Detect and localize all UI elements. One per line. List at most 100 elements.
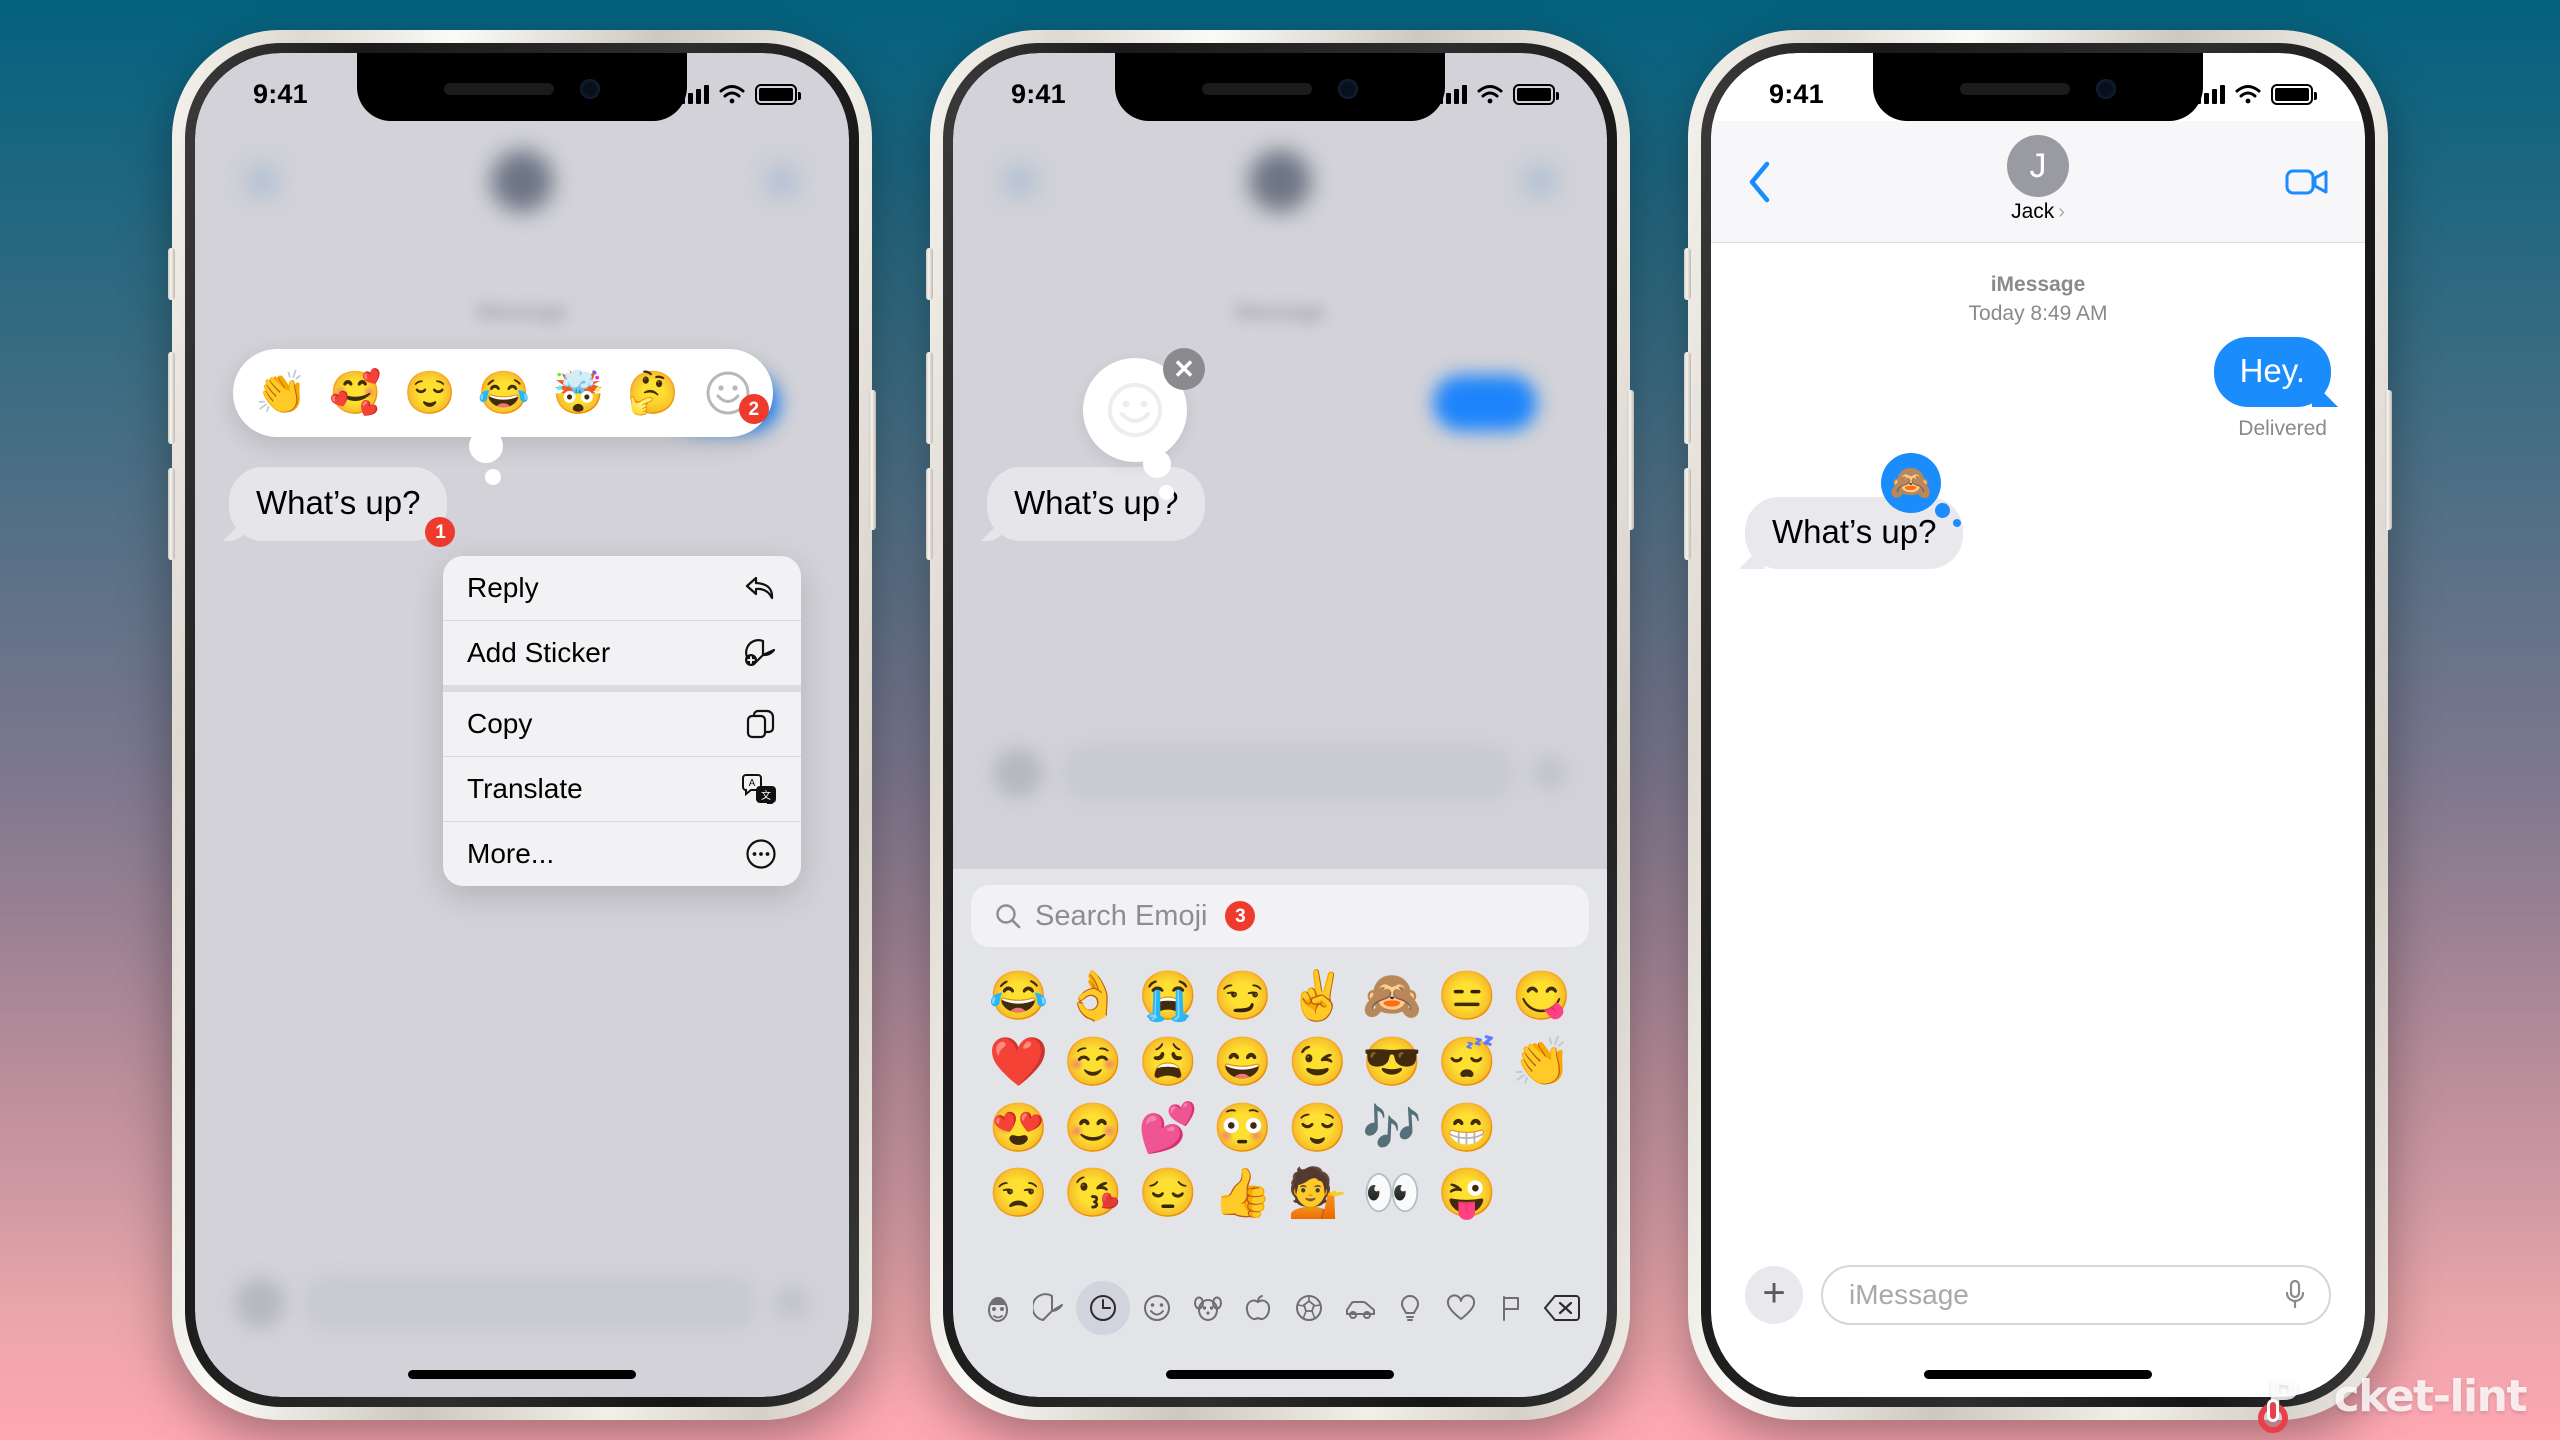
emoji-cell[interactable]: 😄 [1205,1036,1280,1089]
emoji-keyboard-panel[interactable]: Search Emoji 3 😂 👌 😭 😏 ✌️ 🙈 😑 😋 ❤️ ☺️ 😩 … [953,869,1607,1397]
volume-down-button[interactable] [1684,468,1691,560]
emoji-cell[interactable]: ✌️ [1280,971,1355,1023]
microphone-icon[interactable] [2283,1278,2307,1312]
emoji-cell[interactable]: 😊 [1056,1102,1131,1155]
volume-up-button[interactable] [1684,352,1691,444]
emoji-cell[interactable]: ❤️ [981,1036,1056,1089]
blurred-facetime-control [765,164,799,198]
emoji-category-bar[interactable] [953,1281,1607,1335]
imessage-placeholder: iMessage [1849,1279,1969,1310]
mute-switch[interactable] [1684,248,1691,300]
message-text: What’s up? [256,484,421,521]
message-input-bar[interactable]: + iMessage [1711,1247,2365,1343]
emoji-grid[interactable]: 😂 👌 😭 😏 ✌️ 🙈 😑 😋 ❤️ ☺️ 😩 😄 😉 😎 😴 👏 😍 😊 💕… [967,971,1593,1220]
emoji-cell[interactable]: 😉 [1280,1036,1355,1089]
emoji-cell[interactable]: 👏 [1504,1036,1579,1089]
message-context-menu[interactable]: Reply Add Sticker Copy Translate A 文 Mor… [443,556,801,886]
phone-2-screen: iMessage ✕ What’s up? Search Emoji 3 😂 👌… [953,53,1607,1397]
flags-icon[interactable] [1488,1281,1535,1335]
emoji-cell[interactable]: 😎 [1355,1036,1430,1089]
memoji-icon[interactable] [975,1281,1022,1335]
smiley-outline-icon [1108,383,1162,437]
avatar[interactable]: J [2007,135,2069,197]
mute-switch[interactable] [926,248,933,300]
imessage-input-field[interactable]: iMessage [1821,1265,2331,1325]
emoji-cell[interactable]: 😒 [981,1168,1056,1220]
emoji-smiley-more-button[interactable]: 2 [705,370,769,424]
reaction-preview-bubble[interactable]: ✕ [1083,348,1205,500]
home-indicator[interactable] [1924,1370,2152,1379]
emoji-cell[interactable]: 😁 [1430,1102,1505,1155]
emoji-cell[interactable] [1504,1168,1579,1220]
context-menu-item-add-sticker[interactable]: Add Sticker [443,621,801,685]
emoji-cell[interactable]: 😳 [1205,1102,1280,1155]
facetime-video-icon[interactable] [2285,167,2329,197]
emoji-cell[interactable]: 🙈 [1355,971,1430,1023]
tapback-face-with-tears-of-joy[interactable]: 😂 [478,372,530,414]
volume-up-button[interactable] [926,352,933,444]
search-emoji-field[interactable]: Search Emoji 3 [971,885,1589,947]
tapback-thinking-face[interactable]: 🤔 [626,372,678,414]
emoji-cell[interactable] [1504,1103,1579,1155]
search-emoji-badge: 3 [1225,901,1256,931]
emoji-cell[interactable]: 😭 [1131,971,1206,1023]
emoji-cell[interactable]: 🎶 [1355,1102,1430,1155]
emoji-cell[interactable]: 😋 [1504,971,1579,1023]
home-indicator[interactable] [1166,1370,1394,1379]
applied-tapback-reaction[interactable]: 🙈 [1881,453,1961,527]
highlighted-message-bubble[interactable]: What’s up? 1 [229,467,456,547]
food-icon[interactable] [1235,1281,1282,1335]
power-button[interactable] [1627,390,1634,530]
emoji-cell[interactable]: 😌 [1280,1102,1355,1155]
emoji-cell[interactable]: 😑 [1430,971,1505,1023]
power-button[interactable] [869,390,876,530]
emoji-cell[interactable]: 😜 [1430,1168,1505,1220]
context-menu-item-reply[interactable]: Reply [443,556,801,620]
emoji-cell[interactable]: 👍 [1205,1168,1280,1220]
power-button[interactable] [2385,390,2392,530]
contact-name-row[interactable]: Jack › [2011,200,2065,224]
tapback-exploding-head[interactable]: 🤯 [552,372,604,414]
incoming-message-bubble[interactable]: What’s up? [987,467,1206,541]
emoji-cell[interactable]: 😩 [1131,1036,1206,1089]
emoji-cell[interactable]: 😍 [981,1102,1056,1155]
volume-up-button[interactable] [168,352,175,444]
volume-down-button[interactable] [168,468,175,560]
symbols-heart-icon[interactable] [1437,1281,1484,1335]
mute-switch[interactable] [168,248,175,300]
tapback-clapping-hands[interactable]: 👏 [255,372,307,414]
back-chevron-icon[interactable] [1747,160,1791,204]
emoji-cell[interactable]: 😘 [1056,1168,1131,1220]
blurred-message-field [1063,747,1513,799]
incoming-message-bubble[interactable]: What’s up? [1745,497,1964,569]
volume-down-button[interactable] [926,468,933,560]
smileys-icon[interactable] [1134,1281,1181,1335]
tapback-relieved-face[interactable]: 😌 [404,372,456,414]
emoji-cell[interactable]: 😴 [1430,1036,1505,1089]
context-menu-item-translate[interactable]: Translate A 文 [443,757,801,821]
emoji-cell[interactable]: 😏 [1205,971,1280,1023]
recents-clock-icon[interactable] [1076,1281,1131,1335]
home-indicator[interactable] [408,1370,636,1379]
tapback-reaction-bar[interactable]: 👏 🥰 😌 😂 🤯 🤔 2 [233,349,773,485]
activity-icon[interactable] [1286,1281,1333,1335]
emoji-cell[interactable]: 👀 [1355,1168,1430,1220]
emoji-cell[interactable]: 💕 [1131,1102,1206,1155]
contact-header[interactable]: J Jack › [1791,135,2285,224]
emoji-cell[interactable]: ☺️ [1056,1036,1131,1089]
context-menu-item-copy[interactable]: Copy [443,692,801,756]
emoji-cell[interactable]: 😔 [1131,1168,1206,1220]
animals-icon[interactable] [1185,1281,1232,1335]
context-menu-item-more[interactable]: More... [443,822,801,886]
objects-icon[interactable] [1387,1281,1434,1335]
travel-icon[interactable] [1336,1281,1383,1335]
close-icon[interactable]: ✕ [1163,348,1205,390]
tapback-smiling-face-with-hearts[interactable]: 🥰 [329,372,381,414]
add-attachment-button[interactable]: + [1745,1266,1803,1324]
emoji-cell[interactable]: 😂 [981,971,1056,1023]
delete-backspace-icon[interactable] [1538,1281,1585,1335]
outgoing-message-bubble[interactable]: Hey. [2213,337,2331,407]
emoji-cell[interactable]: 👌 [1056,971,1131,1023]
emoji-cell[interactable]: 💁 [1280,1168,1355,1220]
sticker-icon[interactable] [1026,1281,1073,1335]
